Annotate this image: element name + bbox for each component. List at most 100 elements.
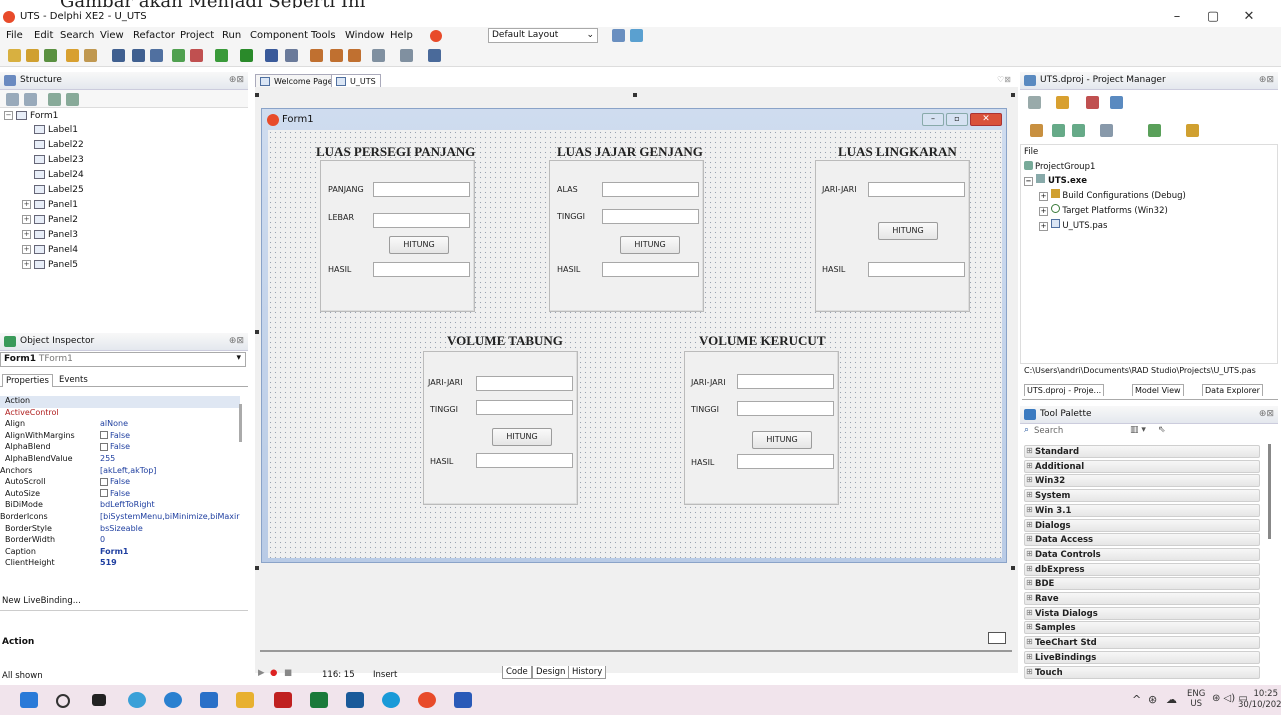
- build-configurations-node[interactable]: + Build Configurations (Debug): [1039, 189, 1186, 201]
- edit-panjang[interactable]: [373, 182, 470, 197]
- hitung-lingkaran-button[interactable]: HITUNG: [878, 222, 938, 240]
- open-icon[interactable]: [66, 49, 79, 62]
- tab-history[interactable]: History: [568, 666, 607, 679]
- reopen-icon[interactable]: [84, 49, 97, 62]
- tab-code[interactable]: Code: [502, 666, 532, 679]
- play-icon[interactable]: ▶: [258, 668, 265, 678]
- hitung-tabung-button[interactable]: HITUNG: [492, 428, 552, 446]
- property-row[interactable]: Anchors [akLeft,akTop]: [0, 466, 240, 478]
- run-icon[interactable]: [215, 49, 228, 62]
- palette-category[interactable]: Samples: [1024, 621, 1260, 635]
- task-view-icon[interactable]: [92, 694, 106, 706]
- tree-node-panel3[interactable]: + Panel3: [22, 230, 78, 240]
- property-row[interactable]: BorderWidth 0: [0, 535, 240, 547]
- property-row[interactable]: AutoSize False: [0, 489, 240, 501]
- pin-icon[interactable]: ⊕⊠: [1259, 409, 1274, 419]
- palette-category[interactable]: System: [1024, 489, 1260, 503]
- hitung-kerucut-button[interactable]: HITUNG: [752, 431, 812, 449]
- tab-events[interactable]: Events: [56, 374, 91, 386]
- palette-category[interactable]: LiveBindings: [1024, 650, 1260, 664]
- activate-icon[interactable]: [1028, 96, 1041, 109]
- palette-filter-icon[interactable]: ▥ ▾: [1130, 425, 1146, 435]
- form-close-button[interactable]: ✕: [970, 113, 1002, 126]
- stop-icon[interactable]: [285, 49, 298, 62]
- property-value[interactable]: False: [100, 431, 240, 440]
- menu-window[interactable]: Window: [345, 30, 384, 41]
- palette-category[interactable]: Standard: [1024, 445, 1260, 458]
- sync-icon[interactable]: [1030, 124, 1043, 137]
- grab-handle[interactable]: [1011, 93, 1015, 97]
- menu-tools[interactable]: Tools: [311, 30, 336, 41]
- new-icon[interactable]: [1056, 96, 1069, 109]
- tree-node-panel2[interactable]: + Panel2: [22, 215, 78, 225]
- tab-u-uts[interactable]: U_UTS: [331, 74, 381, 88]
- property-row[interactable]: Align alNone: [0, 419, 240, 431]
- deployment-icon[interactable]: [430, 30, 442, 42]
- step-over-icon[interactable]: [330, 49, 343, 62]
- target-platforms-node[interactable]: + Target Platforms (Win32): [1039, 204, 1168, 216]
- tab-properties[interactable]: Properties: [2, 374, 53, 387]
- object-selector[interactable]: Form1 TForm1 ▾: [0, 352, 246, 367]
- palette-category[interactable]: Additional: [1024, 459, 1260, 473]
- grab-handle[interactable]: [255, 93, 259, 97]
- store-icon[interactable]: [200, 692, 218, 708]
- edit-hasil-jajar[interactable]: [602, 262, 699, 277]
- property-row[interactable]: AlphaBlendValue 255: [0, 454, 240, 466]
- expand-icon[interactable]: +: [1039, 222, 1048, 231]
- edit-hasil-lingkaran[interactable]: [868, 262, 965, 277]
- form-maximize-button[interactable]: ▫: [946, 113, 968, 126]
- property-row[interactable]: AlignWithMargins False: [0, 431, 240, 443]
- pin-icon[interactable]: ⊕⊠: [1259, 75, 1274, 85]
- property-value[interactable]: False: [100, 489, 240, 498]
- remove-from-project-icon[interactable]: [190, 49, 203, 62]
- tree-node-form1[interactable]: − Form1: [4, 111, 58, 121]
- palette-category[interactable]: Data Controls: [1024, 547, 1260, 561]
- project-node[interactable]: − UTS.exe: [1024, 174, 1087, 186]
- scrollbar-thumb[interactable]: [239, 404, 242, 442]
- palette-category[interactable]: Vista Dialogs: [1024, 606, 1260, 620]
- run-without-debug-icon[interactable]: [240, 49, 253, 62]
- edit-tinggi-tabung[interactable]: [476, 400, 573, 415]
- move-up-icon[interactable]: [48, 93, 61, 106]
- hitung-persegi-button[interactable]: HITUNG: [389, 236, 449, 254]
- tree-node-label1[interactable]: Label1: [34, 125, 78, 135]
- property-row[interactable]: BorderStyle bsSizeable: [0, 524, 240, 536]
- palette-category[interactable]: BDE: [1024, 577, 1260, 591]
- property-value[interactable]: bsSizeable: [100, 524, 240, 533]
- view-icon[interactable]: [1110, 96, 1123, 109]
- palette-category[interactable]: Dialogs: [1024, 518, 1260, 532]
- menu-run[interactable]: Run: [222, 30, 241, 41]
- checkbox[interactable]: [100, 431, 108, 440]
- property-row[interactable]: Caption Form1: [0, 547, 240, 559]
- palette-category[interactable]: Rave: [1024, 592, 1260, 605]
- menu-view[interactable]: View: [100, 30, 124, 41]
- property-row[interactable]: AutoScroll False: [0, 477, 240, 489]
- property-row[interactable]: Action: [0, 396, 240, 408]
- remove-icon[interactable]: [1086, 96, 1099, 109]
- expand-icon[interactable]: +: [22, 215, 31, 224]
- designer-guidelines-icon[interactable]: [988, 632, 1006, 644]
- edit-jari-jari-tabung[interactable]: [476, 376, 573, 391]
- edge-icon[interactable]: [128, 692, 146, 708]
- form-minimize-button[interactable]: –: [922, 113, 944, 126]
- record-icon[interactable]: ●: [270, 668, 277, 678]
- property-row[interactable]: BiDiMode bdLeftToRight: [0, 500, 240, 512]
- edit-jari-jari-lingkaran[interactable]: [868, 182, 965, 197]
- palette-category[interactable]: Win 3.1: [1024, 503, 1260, 517]
- collapse-all-icon[interactable]: [1072, 124, 1085, 137]
- property-value[interactable]: 0: [100, 535, 240, 544]
- tab-data-explorer[interactable]: Data Explorer: [1202, 384, 1263, 396]
- compile-icon[interactable]: [1148, 124, 1161, 137]
- pause-icon[interactable]: [265, 49, 278, 62]
- minimize-button[interactable]: –: [1160, 8, 1194, 26]
- new-items-icon[interactable]: [8, 49, 21, 62]
- tray-cloud-icon[interactable]: ☁: [1166, 693, 1177, 706]
- browser-icon[interactable]: [382, 692, 400, 708]
- pin-icon[interactable]: ⊕⊠: [229, 336, 244, 346]
- save-all-icon[interactable]: [132, 49, 145, 62]
- horizontal-scrollbar[interactable]: [260, 650, 1012, 652]
- calculator-icon[interactable]: [346, 692, 364, 708]
- menu-file[interactable]: File: [6, 30, 23, 41]
- property-value[interactable]: 519: [100, 558, 240, 567]
- property-value[interactable]: Form1: [100, 547, 240, 556]
